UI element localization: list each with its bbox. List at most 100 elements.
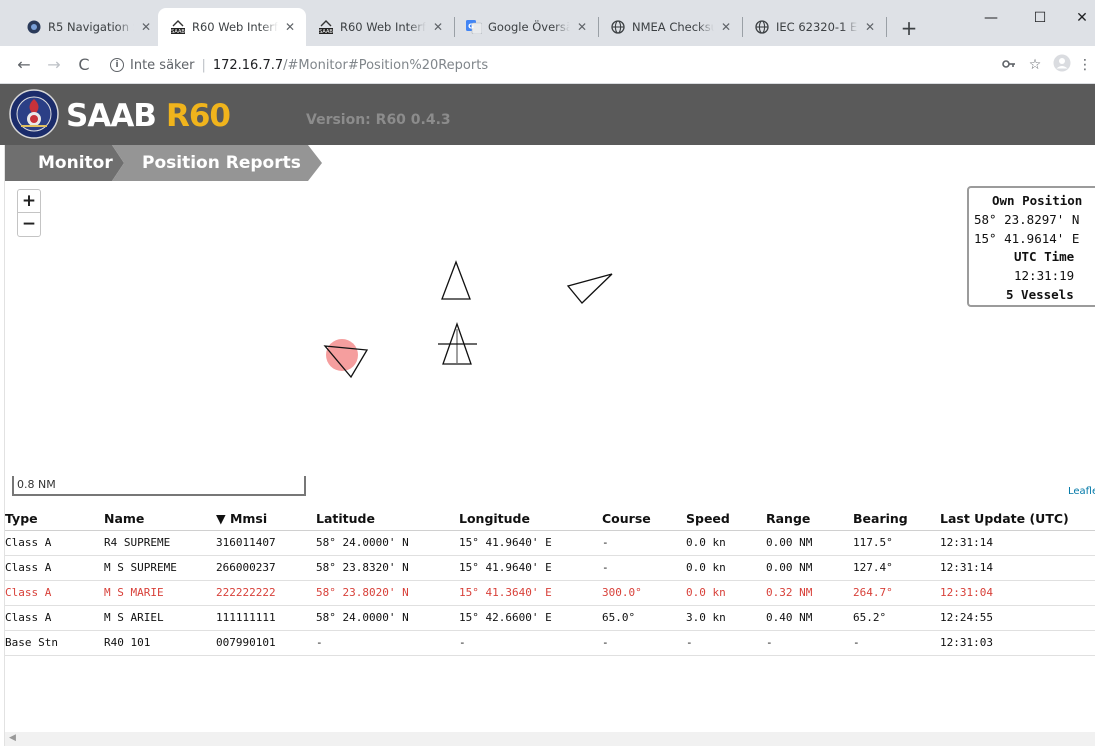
google-translate-icon: G — [466, 19, 482, 35]
browser-tab-4[interactable]: G Google Översät ✕ — [454, 8, 598, 46]
address-bar[interactable]: i Inte säker | 172.16.7.7 /#Monitor#Posi… — [110, 55, 488, 75]
info-icon[interactable]: i — [110, 58, 124, 72]
table-cell: - — [602, 555, 686, 581]
table-cell: 3.0 kn — [686, 605, 766, 631]
column-header-name[interactable]: Name — [104, 505, 216, 530]
table-cell: 0.00 NM — [766, 529, 853, 556]
map-attribution[interactable]: Leaflet — [1068, 486, 1095, 497]
browser-tab-5[interactable]: NMEA Checksu ✕ — [598, 8, 742, 46]
close-icon[interactable]: ✕ — [718, 20, 734, 34]
column-header-latitude[interactable]: Latitude — [316, 505, 459, 530]
brand-name: SAAB — [66, 98, 157, 134]
vessel-count: 5 Vessels — [1006, 287, 1074, 302]
browser-toolbar: ← → C i Inte säker | 172.16.7.7 /#Monito… — [0, 46, 1095, 84]
browser-tab-1[interactable]: R5 Navigation S ✕ — [14, 8, 162, 46]
browser-tab-strip: R5 Navigation S ✕ SAAB R60 Web Interfa ✕… — [0, 0, 1095, 46]
table-cell: R4 SUPREME — [104, 529, 216, 556]
table-cell: Class A — [5, 555, 104, 581]
table-row[interactable]: Base Stn R40 101 007990101 - - - - - - 1… — [5, 630, 1095, 656]
browser-tab-6[interactable]: IEC 62320-1 Ed ✕ — [742, 8, 886, 46]
saab-seal-logo — [9, 89, 59, 139]
browser-tab-2[interactable]: SAAB R60 Web Interfa ✕ — [158, 8, 306, 46]
svg-text:SAAB: SAAB — [319, 29, 333, 34]
table-cell: - — [686, 630, 766, 656]
close-icon[interactable]: ✕ — [282, 20, 298, 34]
column-header-longitude[interactable]: Longitude — [459, 505, 602, 530]
table-cell: 007990101 — [216, 630, 316, 656]
column-header-mmsi[interactable]: ▼ Mmsi — [216, 505, 316, 530]
table-cell: 0.0 kn — [686, 580, 766, 606]
table-cell: 266000237 — [216, 555, 316, 581]
zoom-in-button[interactable]: + — [18, 190, 40, 213]
breadcrumb-monitor[interactable]: Monitor — [38, 145, 113, 181]
table-cell: 15° 41.9640' E — [459, 555, 602, 581]
vessel-marker-m-s-supreme[interactable] — [438, 322, 477, 365]
table-cell: - — [602, 630, 686, 656]
saab-favicon: SAAB — [318, 19, 334, 35]
table-cell: 0.00 NM — [766, 555, 853, 581]
column-header-type[interactable]: Type — [5, 505, 104, 530]
column-header-course[interactable]: Course — [602, 505, 686, 530]
close-icon[interactable]: ✕ — [430, 20, 446, 34]
arrow-right-icon: → — [47, 55, 61, 74]
table-cell: 12:31:14 — [940, 555, 1095, 581]
scroll-left-icon[interactable]: ◀ — [9, 733, 16, 743]
table-cell: - — [316, 630, 459, 656]
vessel-marker-r4-supreme[interactable] — [441, 260, 471, 300]
maximize-button[interactable]: ☐ — [1018, 4, 1062, 32]
table-cell: 15° 42.6600' E — [459, 605, 602, 631]
table-cell: 222222222 — [216, 580, 316, 606]
table-row[interactable]: Class A R4 SUPREME 316011407 58° 24.0000… — [5, 529, 1095, 556]
key-icon[interactable] — [1000, 54, 1018, 76]
table-cell: 12:24:55 — [940, 605, 1095, 631]
table-cell: 300.0° — [602, 580, 686, 606]
table-row-alert[interactable]: Class A M S MARIE 222222222 58° 23.8020'… — [5, 580, 1095, 606]
vessel-map[interactable]: + − Own Position 58° 23.8297' N 15° 41.9… — [5, 181, 1095, 502]
vessel-marker-m-s-ariel[interactable] — [566, 273, 613, 304]
globe-icon — [754, 19, 770, 35]
bookmark-star-icon[interactable]: ☆ — [1026, 54, 1044, 76]
zoom-out-button[interactable]: − — [18, 213, 40, 236]
table-cell: Class A — [5, 529, 104, 556]
vessel-layer — [323, 260, 613, 379]
table-cell: 15° 41.9640' E — [459, 529, 602, 556]
own-position-panel: Own Position 58° 23.8297' N 15° 41.9614'… — [967, 186, 1095, 307]
table-cell: Class A — [5, 580, 104, 606]
table-cell: 316011407 — [216, 529, 316, 556]
close-icon[interactable]: ✕ — [574, 20, 590, 34]
close-icon[interactable]: ✕ — [138, 20, 154, 34]
table-cell: 264.7° — [853, 580, 940, 606]
column-header-range[interactable]: Range — [766, 505, 853, 530]
table-cell: M S MARIE — [104, 580, 216, 606]
menu-icon[interactable]: ⋮ — [1078, 54, 1092, 76]
breadcrumb: Monitor Position Reports — [0, 145, 1095, 181]
minimize-button[interactable]: — — [969, 4, 1013, 32]
tab-title: Google Översät — [488, 20, 570, 34]
table-cell: 65.0° — [602, 605, 686, 631]
column-header-last-update[interactable]: Last Update (UTC) — [940, 505, 1095, 530]
column-header-bearing[interactable]: Bearing — [853, 505, 940, 530]
back-button[interactable]: ← — [12, 53, 36, 77]
new-tab-button[interactable]: + — [898, 18, 920, 40]
table-cell: 58° 24.0000' N — [316, 529, 459, 556]
position-reports-table: Type Name ▼ Mmsi Latitude Longitude Cour… — [5, 505, 1095, 656]
table-row[interactable]: Class A M S ARIEL 111111111 58° 24.0000'… — [5, 605, 1095, 631]
table-cell: R40 101 — [104, 630, 216, 656]
column-header-speed[interactable]: Speed — [686, 505, 766, 530]
vessel-marker-m-s-marie[interactable] — [323, 339, 369, 379]
tab-title: NMEA Checksu — [632, 20, 714, 34]
forward-button[interactable]: → — [42, 53, 66, 77]
close-window-button[interactable]: ✕ — [1060, 4, 1095, 32]
table-row[interactable]: Class A M S SUPREME 266000237 58° 23.832… — [5, 555, 1095, 581]
breadcrumb-position-reports[interactable]: Position Reports — [142, 145, 301, 181]
browser-tab-3[interactable]: SAAB R60 Web Interfa ✕ — [306, 8, 454, 46]
profile-avatar-icon[interactable] — [1052, 54, 1072, 76]
product-name: R60 — [165, 98, 231, 134]
table-cell: 12:31:03 — [940, 630, 1095, 656]
horizontal-scrollbar[interactable]: ◀ — [5, 732, 1095, 746]
svg-text:G: G — [468, 23, 474, 31]
table-cell: 65.2° — [853, 605, 940, 631]
reload-button[interactable]: C — [72, 53, 96, 77]
close-icon[interactable]: ✕ — [862, 20, 878, 34]
table-cell: Base Stn — [5, 630, 104, 656]
